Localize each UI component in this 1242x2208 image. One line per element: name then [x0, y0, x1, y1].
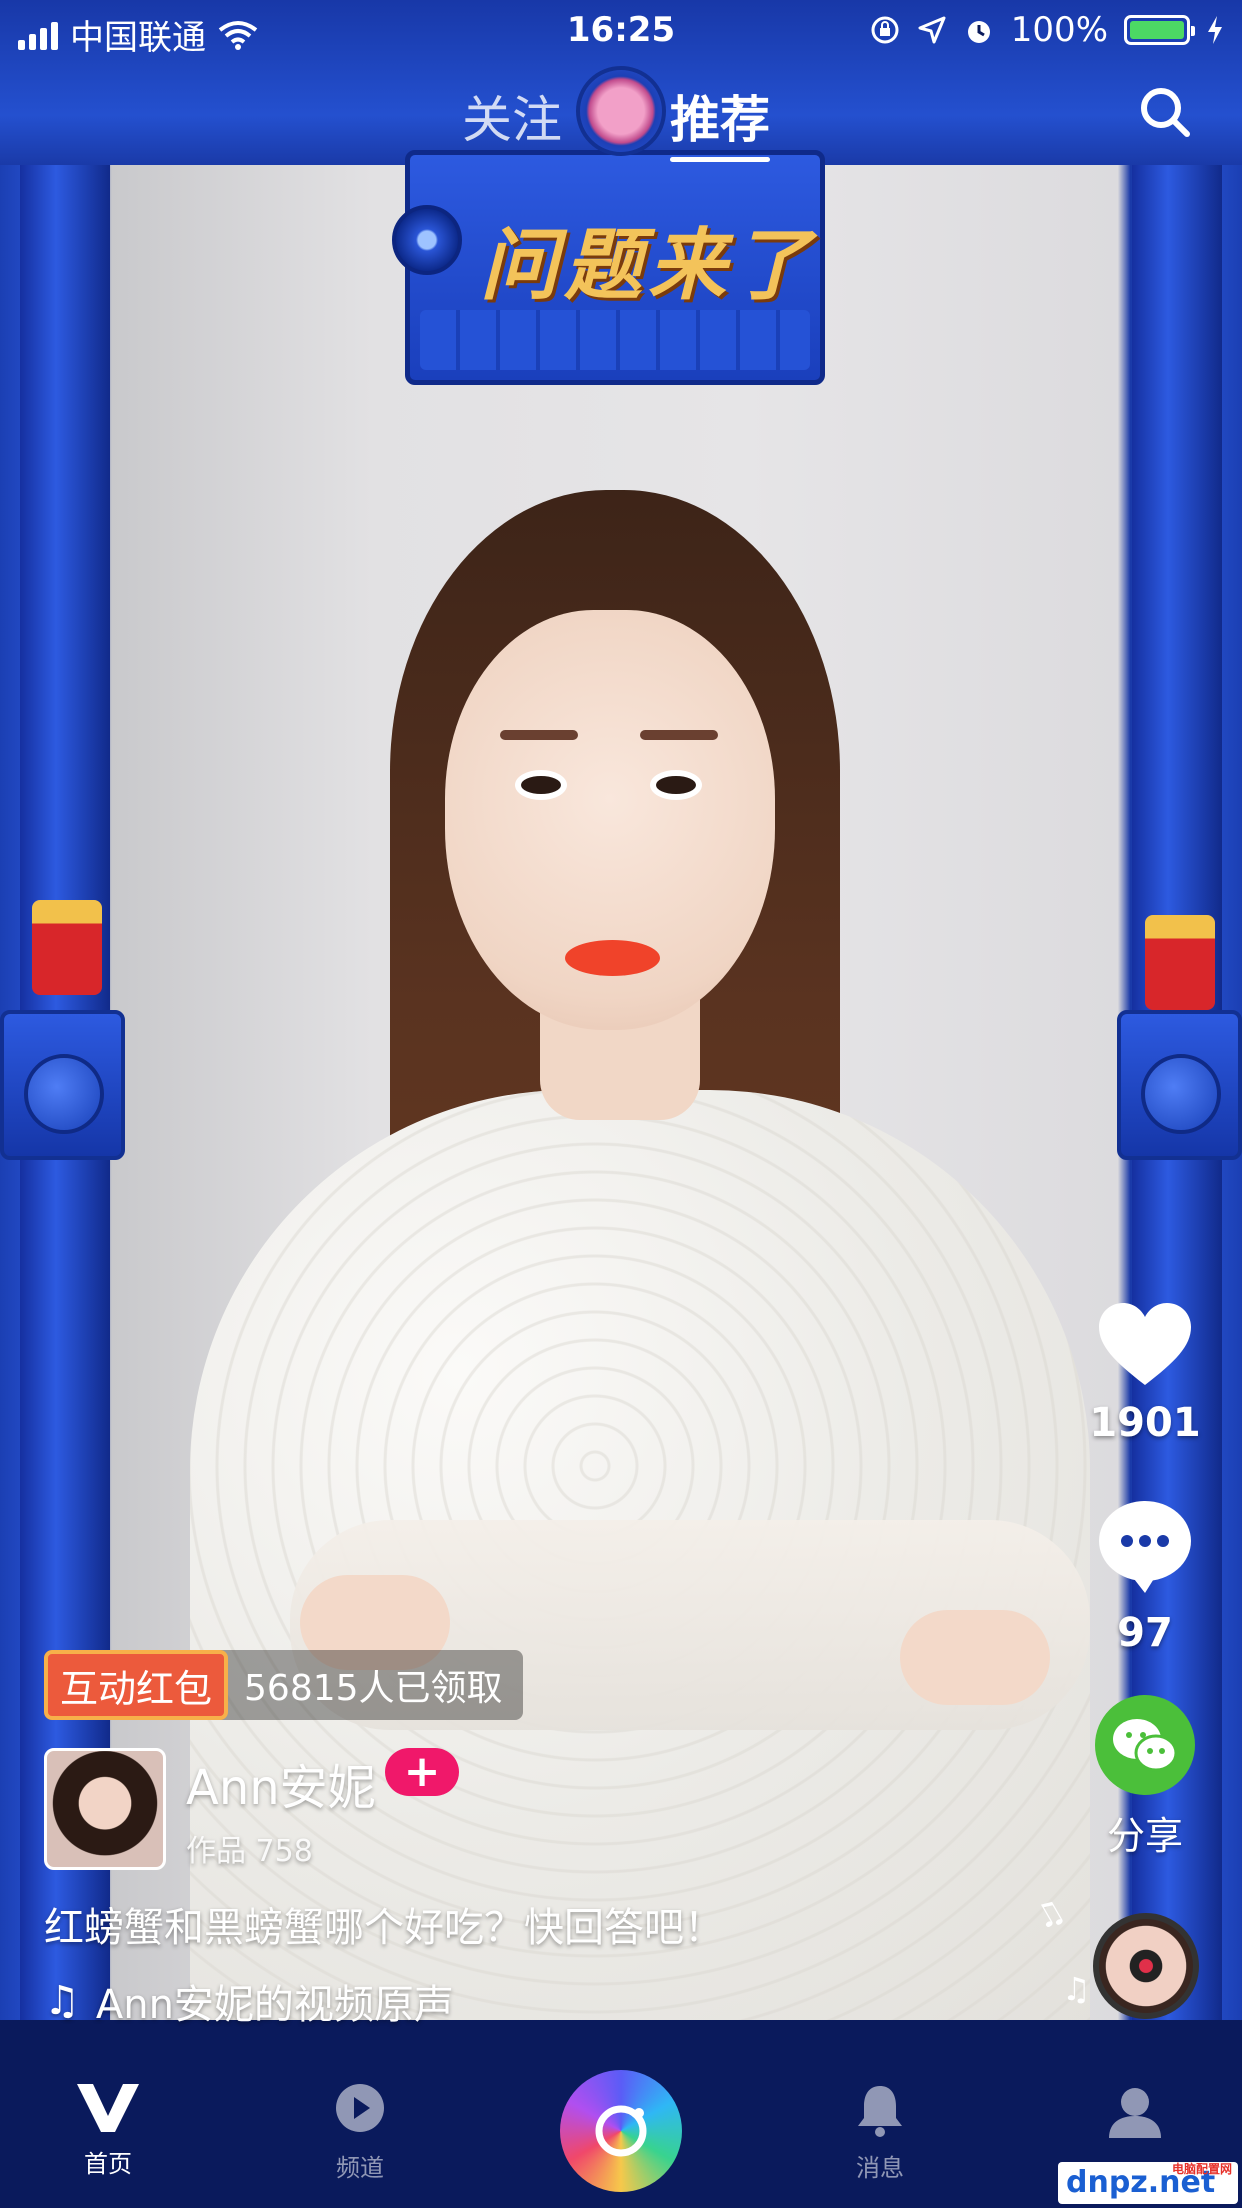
wechat-icon: [1113, 1719, 1178, 1772]
machine-dial-left: [0, 1010, 125, 1160]
nav-home[interactable]: 首页: [38, 2082, 178, 2179]
nav-messages[interactable]: 消息: [810, 2082, 950, 2183]
music-disc-avatar[interactable]: [1093, 1913, 1199, 2019]
profile-icon: [1109, 2088, 1161, 2138]
floating-note-icon: ♫: [1062, 1970, 1091, 2008]
comment-bubble-icon[interactable]: [1097, 1497, 1193, 1593]
battery-icon: [1124, 15, 1195, 45]
red-envelope-decoration-left: [32, 900, 102, 995]
battery-percent: 100%: [1010, 10, 1108, 50]
music-title-row[interactable]: ♫ Ann安妮的视频原声: [44, 1972, 454, 2030]
like-heart-icon[interactable]: [1095, 1300, 1195, 1390]
watermark-sub: 电脑配置网: [1171, 2162, 1232, 2176]
author-avatar[interactable]: [44, 1748, 166, 1870]
machine-dial-right: [1117, 1010, 1242, 1160]
person-hand-right: [900, 1610, 1050, 1705]
music-note-icon: ♫: [44, 1978, 80, 2024]
status-bar: 中国联通 16:25 100%: [0, 0, 1242, 62]
music-title: Ann安妮的视频原声: [95, 1982, 454, 2028]
nav-messages-label: 消息: [856, 2154, 904, 2182]
nav-home-label: 首页: [84, 2150, 132, 2178]
location-arrow-icon: [918, 16, 946, 44]
nav-channel[interactable]: 频道: [290, 2082, 430, 2183]
fan-icon: [392, 205, 462, 275]
red-packet-claimed: 56815人已领取: [244, 1668, 503, 1709]
camera-icon: [595, 2105, 647, 2157]
bell-icon: [858, 2086, 902, 2137]
red-packet-banner[interactable]: 互动红包 56815人已领取: [44, 1650, 523, 1720]
person-face: [445, 610, 775, 1030]
site-watermark: dnpz.net 电脑配置网: [1058, 2162, 1238, 2204]
charging-bolt-icon: [1208, 16, 1222, 44]
comment-count: 97: [1117, 1610, 1173, 1656]
play-channel-icon: [336, 2084, 384, 2132]
like-count: 1901: [1089, 1400, 1201, 1446]
works-count: 作品 758: [186, 1834, 313, 1869]
home-v-icon: [77, 2084, 139, 2132]
nav-profile[interactable]: [1065, 2082, 1205, 2144]
video-caption: 红螃蟹和黑螃蟹哪个好吃？快回答吧！: [44, 1905, 724, 1951]
camera-record-button[interactable]: [560, 2070, 682, 2192]
tab-follow[interactable]: 关注: [462, 80, 562, 152]
question-sign-banner: 问题来了: [392, 150, 825, 385]
sign-text: 问题来了: [480, 221, 817, 311]
share-label: 分享: [1106, 1814, 1183, 1858]
video-background[interactable]: 问题来了: [0, 0, 1242, 2208]
tab-recommend[interactable]: 推荐: [670, 80, 770, 162]
red-packet-tag: 互动红包: [44, 1650, 229, 1720]
share-wechat-button[interactable]: [1095, 1695, 1195, 1795]
brain-logo-icon: [576, 66, 666, 156]
alarm-icon: [967, 21, 990, 43]
rotation-lock-icon: [871, 16, 899, 44]
search-icon[interactable]: [1135, 82, 1195, 142]
nav-channel-label: 频道: [336, 2154, 384, 2182]
follow-button[interactable]: +: [385, 1748, 459, 1796]
red-envelope-decoration-right: [1145, 915, 1215, 1010]
author-name[interactable]: Ann安妮: [186, 1748, 376, 1818]
